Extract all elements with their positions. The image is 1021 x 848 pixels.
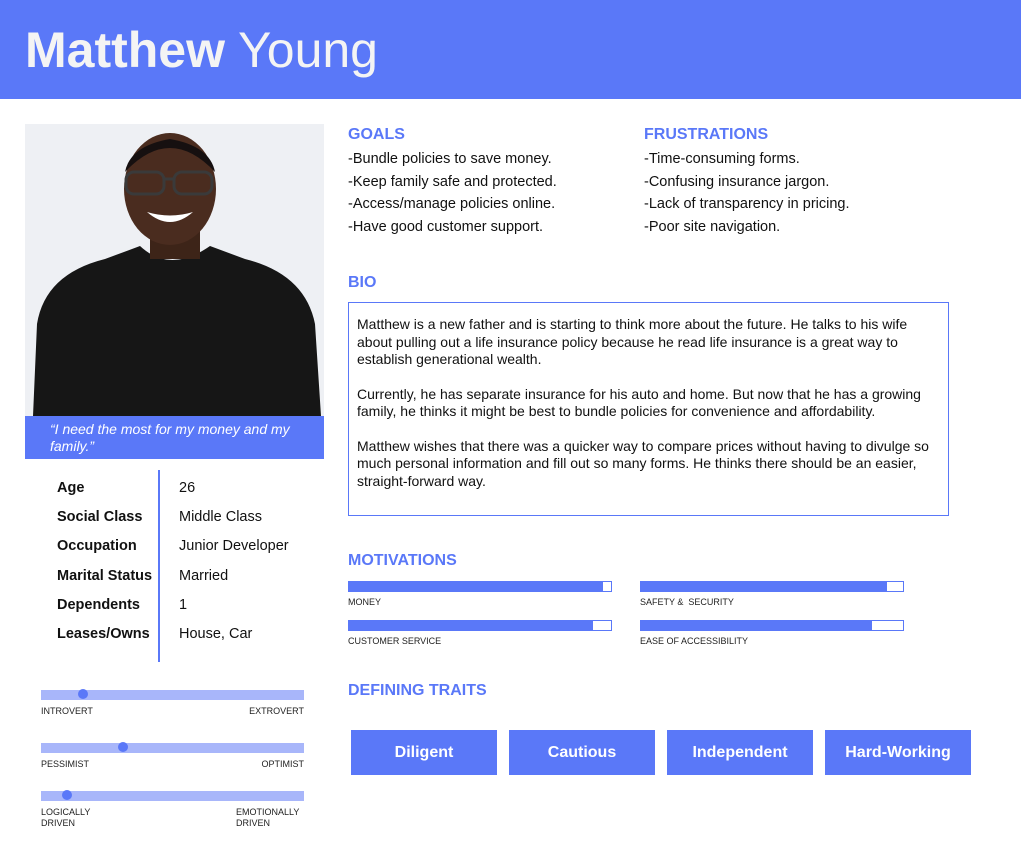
motivation-label: EASE OF ACCESSIBILITY [640, 636, 749, 646]
trait-independent: Independent [667, 730, 813, 775]
motivations-title: MOTIVATIONS [348, 552, 457, 569]
fact-row-leases-owns: Leases/Owns House, Car [57, 618, 317, 647]
motivation-label: MONEY [348, 597, 382, 607]
scale-knob [118, 742, 128, 752]
fact-value: Middle Class [179, 509, 262, 526]
persona-last-name: Young [238, 22, 378, 78]
bio-paragraph: Matthew is a new father and is starting … [357, 316, 908, 367]
fact-row-occupation: Occupation Junior Developer [57, 530, 317, 559]
motivation-label: SAFETY & SECURITY [640, 597, 734, 607]
goal-item: -Access/manage policies online. [348, 196, 556, 212]
persona-first-name: Matthew [25, 22, 225, 78]
scale-left-label: INTROVERT [41, 706, 93, 716]
facts-table: Age 26 Social Class Middle Class Occupat… [57, 470, 317, 662]
fact-value: Junior Developer [179, 538, 289, 555]
bio-title: BIO [348, 274, 377, 291]
motivation-bar-money [348, 581, 612, 592]
frustration-item: -Lack of transparency in pricing. [644, 196, 850, 212]
scale-knob [78, 689, 88, 699]
trait-cautious: Cautious [509, 730, 655, 775]
scale-right-label: OPTIMIST [261, 759, 305, 769]
motivation-fill [349, 621, 593, 630]
fact-label: Social Class [57, 509, 143, 526]
fact-label: Dependents [57, 596, 140, 613]
motivation-label: CUSTOMER SERVICE [348, 636, 442, 646]
goal-item: -Have good customer support. [348, 219, 544, 235]
fact-row-social-class: Social Class Middle Class [57, 501, 317, 530]
header-banner: Matthew Young [0, 0, 1021, 99]
frustration-item: -Confusing insurance jargon. [644, 174, 830, 190]
bio-paragraph: Matthew wishes that there was a quicker … [357, 437, 929, 489]
fact-value: House, Car [179, 625, 253, 642]
scale-right-label: EMOTIONALLY DRIVEN [236, 807, 300, 828]
frustrations-title: FRUSTRATIONS [644, 126, 769, 143]
fact-label: Occupation [57, 538, 137, 555]
fact-label: Age [57, 480, 85, 496]
goals-title: GOALS [348, 126, 405, 143]
scale-track [41, 791, 304, 801]
motivation-bar-accessibility [640, 620, 904, 631]
fact-row-marital-status: Marital Status Married [57, 560, 317, 589]
frustration-item: -Poor site navigation. [644, 219, 781, 235]
fact-value: 26 [179, 480, 196, 496]
bio-paragraph: Currently, he has separate insurance for… [357, 385, 921, 420]
motivation-bar-safety [640, 581, 904, 592]
fact-row-age: Age 26 [57, 472, 317, 501]
persona-photo [25, 124, 324, 416]
traits-title: DEFINING TRAITS [348, 682, 487, 699]
goal-item: -Keep family safe and protected. [348, 174, 557, 190]
fact-label: Marital Status [57, 567, 153, 584]
goal-item: -Bundle policies to save money. [348, 151, 552, 167]
fact-value: Married [179, 567, 229, 584]
fact-label: Leases/Owns [57, 625, 150, 642]
motivation-fill [349, 582, 603, 591]
trait-diligent: Diligent [351, 730, 497, 775]
scale-knob [62, 790, 72, 800]
scale-left-label: PESSIMIST [41, 759, 90, 769]
fact-row-dependents: Dependents 1 [57, 589, 317, 618]
persona-photo-illustration [25, 124, 324, 416]
bio-box: Matthew is a new father and is starting … [348, 302, 949, 516]
trait-hard-working: Hard-Working [825, 730, 971, 775]
persona-name: Matthew Young [25, 20, 378, 80]
motivation-fill [641, 621, 872, 630]
motivation-fill [641, 582, 887, 591]
frustration-item: -Time-consuming forms. [644, 151, 800, 167]
scale-right-label: EXTROVERT [249, 706, 304, 716]
motivation-bar-customer-service [348, 620, 612, 631]
fact-value: 1 [179, 596, 188, 613]
persona-quote: “I need the most for my money and my fam… [25, 416, 324, 459]
scale-track [41, 743, 304, 753]
scale-left-label: LOGICALLY DRIVEN [41, 807, 91, 828]
